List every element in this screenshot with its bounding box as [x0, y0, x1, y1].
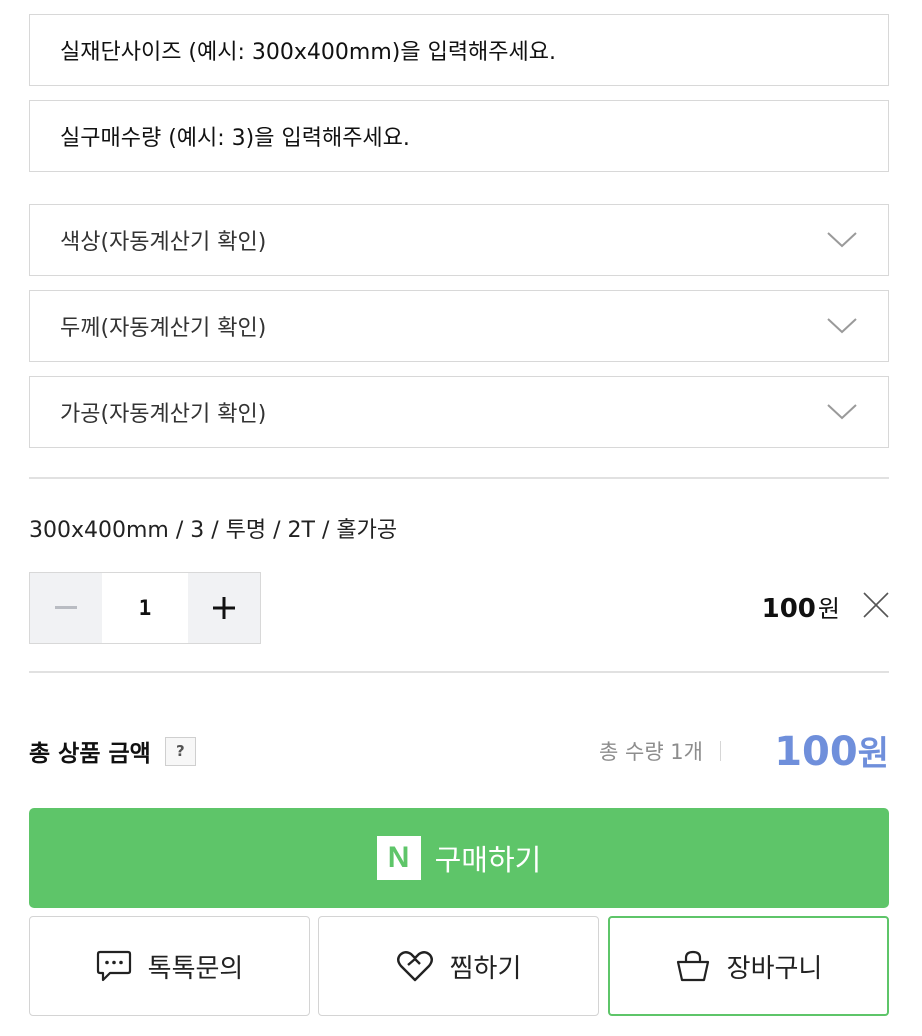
buy-button-label: 구매하기 — [434, 843, 542, 877]
total-price-label: 총 상품 금액 ? — [29, 734, 196, 768]
help-button[interactable]: ? — [164, 736, 196, 766]
thickness-select-label: 두께(자동계산기 확인) — [60, 316, 267, 341]
size-input-placeholder: 실재단사이즈 (예시: 300x400mm)을 입력해주세요. — [60, 40, 557, 65]
shopping-bag-icon — [676, 950, 709, 982]
minus-icon — [55, 606, 77, 609]
cart-button[interactable]: 장바구니 — [608, 916, 889, 1016]
chevron-down-icon — [827, 232, 857, 248]
item-price-unit: 원 — [817, 595, 840, 623]
color-select-label: 색상(자동계산기 확인) — [60, 230, 267, 255]
decrease-button[interactable] — [30, 573, 102, 643]
cart-label: 장바구니 — [726, 953, 823, 984]
total-price-unit: 원 — [857, 734, 889, 774]
chevron-down-icon — [827, 318, 857, 334]
quantity-input-placeholder: 실구매수량 (예시: 3)을 입력해주세요. — [60, 126, 410, 151]
divider — [29, 671, 889, 673]
heart-icon — [396, 951, 433, 982]
color-select[interactable]: 색상(자동계산기 확인) — [29, 204, 889, 276]
wishlist-button[interactable]: 찜하기 — [318, 916, 599, 1016]
quantity-value[interactable]: 1 — [102, 573, 188, 643]
processing-select-label: 가공(자동계산기 확인) — [60, 402, 267, 427]
processing-select[interactable]: 가공(자동계산기 확인) — [29, 376, 889, 448]
thickness-select[interactable]: 두께(자동계산기 확인) — [29, 290, 889, 362]
chevron-down-icon — [827, 404, 857, 420]
total-price: 100 원 — [774, 726, 889, 775]
total-quantity-text: 총 수량 1개 — [599, 740, 703, 764]
close-icon[interactable] — [862, 591, 890, 619]
total-price-value: 100 — [774, 729, 858, 775]
wishlist-label: 찜하기 — [449, 953, 522, 984]
total-quantity: 총 수량 1개 — [599, 736, 721, 766]
divider — [29, 477, 889, 479]
quantity-input[interactable]: 실구매수량 (예시: 3)을 입력해주세요. — [29, 100, 889, 172]
item-price-value: 100 — [761, 594, 816, 624]
selected-option-summary: 300x400mm / 3 / 투명 / 2T / 홀가공 — [29, 518, 398, 543]
buy-button[interactable]: N 구매하기 — [29, 808, 889, 908]
talk-inquiry-button[interactable]: 톡톡문의 — [29, 916, 310, 1016]
item-price: 100원 — [762, 589, 840, 624]
chat-bubble-icon — [96, 950, 131, 982]
plus-icon — [213, 597, 235, 619]
total-label-text: 총 상품 금액 — [29, 741, 151, 767]
naver-pay-logo: N — [376, 836, 421, 880]
separator — [720, 741, 721, 761]
talk-inquiry-label: 톡톡문의 — [147, 953, 244, 984]
quantity-stepper: 1 — [29, 572, 261, 644]
increase-button[interactable] — [188, 573, 260, 643]
size-input[interactable]: 실재단사이즈 (예시: 300x400mm)을 입력해주세요. — [29, 14, 889, 86]
